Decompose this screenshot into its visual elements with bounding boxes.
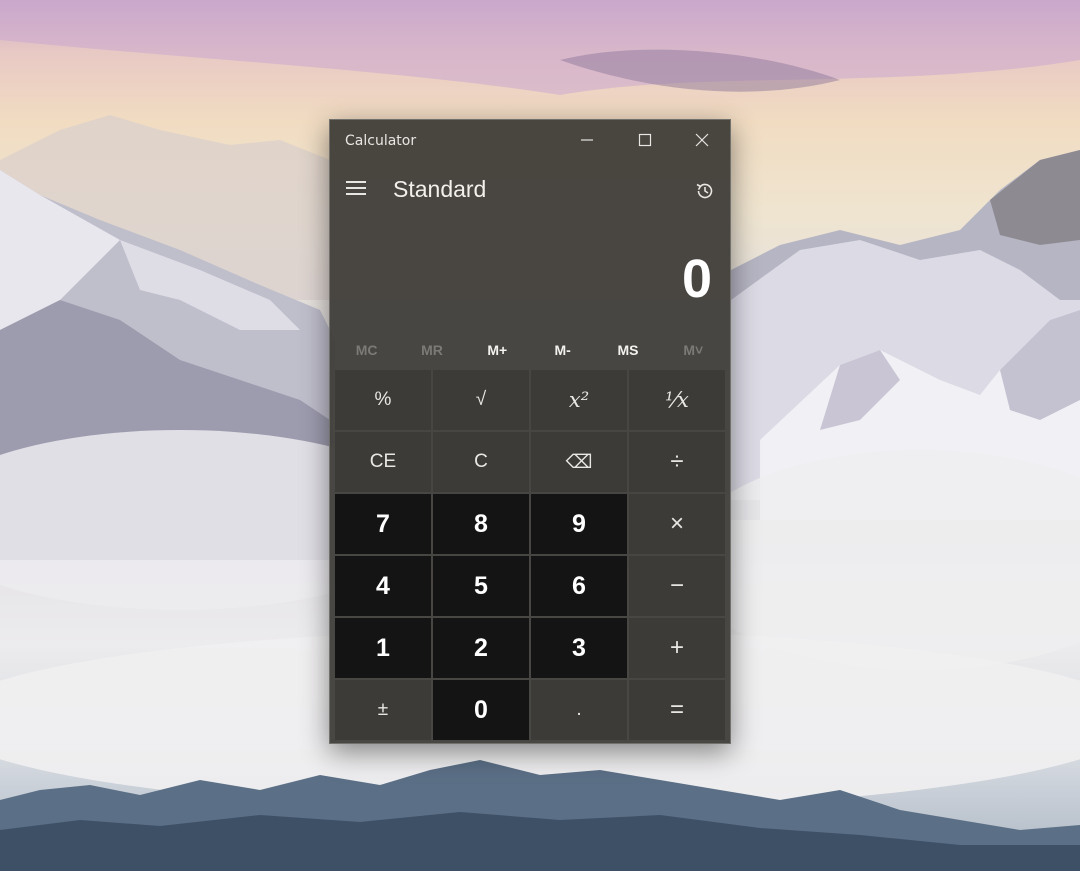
plus-button[interactable]: +: [629, 618, 725, 678]
divide-button[interactable]: ÷: [629, 432, 725, 492]
four-button[interactable]: 4: [335, 556, 431, 616]
clear-entry-button[interactable]: CE: [335, 432, 431, 492]
nine-button[interactable]: 9: [531, 494, 627, 554]
memory-add-button[interactable]: M+: [465, 336, 530, 364]
minus-button[interactable]: −: [629, 556, 725, 616]
mode-title: Standard: [393, 176, 487, 202]
clear-button[interactable]: C: [433, 432, 529, 492]
maximize-icon: [638, 132, 652, 151]
seven-button[interactable]: 7: [335, 494, 431, 554]
square-button[interactable]: x²: [531, 370, 627, 430]
title-bar[interactable]: Calculator: [330, 120, 730, 162]
memory-store-button[interactable]: MS: [595, 336, 660, 364]
minimize-button[interactable]: [558, 120, 616, 162]
minimize-icon: [580, 132, 594, 151]
one-button[interactable]: 1: [335, 618, 431, 678]
percent-button[interactable]: %: [335, 370, 431, 430]
memory-row: MC MR M+ M- MS M˅: [334, 336, 726, 364]
result-display: 0: [681, 249, 712, 309]
square-root-button[interactable]: √: [433, 370, 529, 430]
decimal-button[interactable]: .: [531, 680, 627, 740]
memory-subtract-button[interactable]: M-: [530, 336, 595, 364]
two-button[interactable]: 2: [433, 618, 529, 678]
history-icon[interactable]: [690, 176, 720, 206]
calculator-window: Calculator Standard 0 MC MR M+ M- MS M˅ …: [329, 119, 731, 744]
calculator-header: Standard: [330, 168, 730, 214]
memory-clear-button[interactable]: MC: [334, 336, 399, 364]
equals-button[interactable]: =: [629, 680, 725, 740]
close-icon: [695, 132, 709, 151]
keypad: % √ x² ⅟x CE C ⌫ ÷ 7 8 9 × 4 5 6 − 1 2 3…: [335, 370, 725, 740]
three-button[interactable]: 3: [531, 618, 627, 678]
negate-button[interactable]: ±: [335, 680, 431, 740]
eight-button[interactable]: 8: [433, 494, 529, 554]
five-button[interactable]: 5: [433, 556, 529, 616]
six-button[interactable]: 6: [531, 556, 627, 616]
window-title: Calculator: [345, 133, 417, 149]
maximize-button[interactable]: [616, 120, 674, 162]
backspace-button[interactable]: ⌫: [531, 432, 627, 492]
memory-recall-button[interactable]: MR: [399, 336, 464, 364]
zero-button[interactable]: 0: [433, 680, 529, 740]
multiply-button[interactable]: ×: [629, 494, 725, 554]
hamburger-menu-icon[interactable]: [340, 172, 372, 204]
memory-list-button[interactable]: M˅: [661, 336, 726, 364]
close-button[interactable]: [673, 120, 731, 162]
reciprocal-button[interactable]: ⅟x: [629, 370, 725, 430]
